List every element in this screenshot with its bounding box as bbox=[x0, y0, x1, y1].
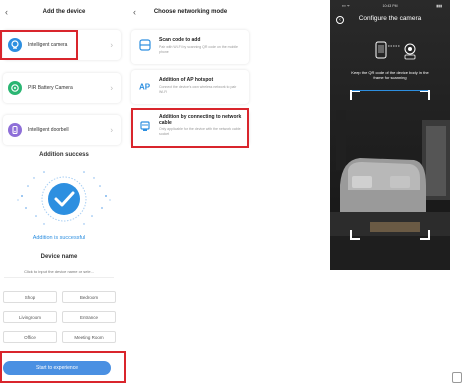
scan-line bbox=[352, 90, 428, 91]
mode-item-scan-code[interactable]: Scan code to add Pair with Wi-Fi by scan… bbox=[131, 30, 249, 64]
room-tag-office[interactable]: Office bbox=[3, 331, 57, 343]
mode-title: Scan code to add bbox=[159, 37, 201, 43]
chevron-right-icon: › bbox=[110, 83, 113, 93]
nav-bar: ‹ Choose networking mode bbox=[128, 4, 253, 20]
status-time: 10:43 PM bbox=[382, 4, 398, 8]
frame-corner bbox=[420, 230, 430, 240]
device-label: Intelligent doorbell bbox=[28, 127, 69, 133]
room-tag-shop[interactable]: Shop bbox=[3, 291, 57, 303]
frame-corner bbox=[350, 230, 360, 240]
device-label: PIR Battery Camera bbox=[28, 85, 73, 91]
qr-scan-illustration-icon bbox=[375, 41, 416, 60]
highlight-box bbox=[0, 30, 78, 60]
next-panel-edge bbox=[452, 372, 462, 383]
device-name-input[interactable] bbox=[4, 266, 114, 278]
mode-desc: Pair with Wi-Fi by scanning QR code on t… bbox=[159, 45, 238, 54]
configure-camera-panel: ▪▪▪ ᯤ 10:43 PM ▮▮▮ ‹ Configure the camer… bbox=[330, 0, 450, 270]
success-text: Addition is successful bbox=[32, 235, 86, 241]
scan-icon bbox=[139, 38, 151, 56]
scan-hint-text: Keep the QR code of the device body in t… bbox=[351, 70, 429, 80]
add-device-panel: ‹ Add the device Intelligent camera › PI… bbox=[0, 0, 128, 383]
room-tag-bedroom[interactable]: Bedroom bbox=[62, 291, 116, 303]
networking-mode-panel: ‹ Choose networking mode Scan code to ad… bbox=[128, 0, 253, 160]
page-title: Configure the camera bbox=[358, 15, 422, 22]
device-name-title: Device name bbox=[40, 254, 78, 260]
mode-item-ap-hotspot[interactable]: AP Addition of AP hotspot Connect the de… bbox=[131, 70, 249, 104]
frame-corner bbox=[420, 90, 430, 100]
doorbell-icon bbox=[8, 123, 22, 137]
device-item-intelligent-doorbell[interactable]: Intelligent doorbell › bbox=[3, 115, 121, 145]
frame-corner bbox=[350, 90, 360, 100]
highlight-box bbox=[0, 351, 126, 383]
nav-bar: ‹ Add the device bbox=[0, 4, 128, 20]
room-tag-meeting-room[interactable]: Meeting Room bbox=[62, 331, 116, 343]
room-tag-livingroom[interactable]: Livingroom bbox=[3, 311, 57, 323]
highlight-box bbox=[131, 108, 249, 148]
page-title: Add the device bbox=[42, 9, 86, 15]
ap-icon: AP bbox=[139, 82, 151, 92]
status-bar: ▪▪▪ ᯤ 10:43 PM ▮▮▮ bbox=[330, 2, 450, 10]
scan-frame bbox=[350, 90, 430, 240]
back-icon[interactable]: ‹ bbox=[5, 4, 8, 20]
chevron-right-icon: › bbox=[110, 40, 113, 50]
battery-icon: ▮▮▮ bbox=[436, 4, 442, 8]
success-title: Addition success bbox=[39, 152, 89, 158]
battery-camera-icon bbox=[8, 81, 22, 95]
back-icon[interactable]: ‹ bbox=[133, 4, 136, 20]
mode-title: Addition of AP hotspot bbox=[159, 77, 214, 83]
device-item-pir-battery-camera[interactable]: PIR Battery Camera › bbox=[3, 73, 121, 103]
mode-desc: Connect the device's own wireless networ… bbox=[159, 85, 237, 94]
room-tag-entrance[interactable]: Entrance bbox=[62, 311, 116, 323]
success-check-icon bbox=[14, 166, 114, 232]
page-title: Choose networking mode bbox=[153, 9, 228, 15]
chevron-right-icon: › bbox=[110, 125, 113, 135]
